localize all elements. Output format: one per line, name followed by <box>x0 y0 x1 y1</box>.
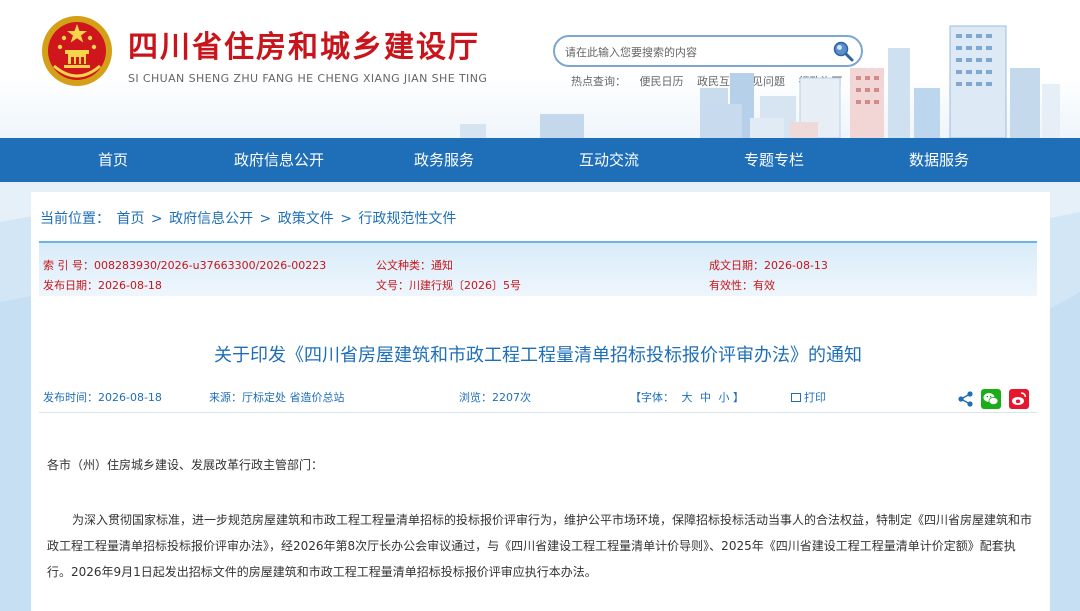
nav-item-home[interactable]: 首页 <box>43 138 183 182</box>
breadcrumb-separator: > <box>150 211 163 227</box>
breadcrumb-gov-info[interactable]: 政府信息公开 <box>169 211 253 227</box>
meta-created: 成文日期：2026-08-13 <box>709 259 828 272</box>
breadcrumb-normative-docs[interactable]: 行政规范性文件 <box>358 211 456 227</box>
body-paragraph: 为深入贯彻国家标准，进一步规范房屋建筑和市政工程工程量清单招标的投标报价评审行为… <box>47 513 1033 579</box>
skyline-mid-decoration <box>460 104 818 138</box>
font-size-small[interactable]: 小 <box>719 391 730 404</box>
meta-category: 公文种类：通知 <box>376 259 453 272</box>
print-label: 打印 <box>804 391 826 404</box>
nav-item-data-service[interactable]: 数据服务 <box>869 138 1009 182</box>
nav-item-gov-info[interactable]: 政府信息公开 <box>209 138 349 182</box>
article-title: 关于印发《四川省房屋建筑和市政工程工程量清单招标投标报价评审办法》的通知 <box>214 345 862 366</box>
breadcrumb: 当前位置： 首页 > 政府信息公开 > 政策文件 > 行政规范性文件 <box>40 208 458 228</box>
wechat-icon[interactable] <box>981 389 1001 409</box>
breadcrumb-policy-docs[interactable]: 政策文件 <box>278 211 334 227</box>
main-nav: 首页 政府信息公开 政务服务 互动交流 专题专栏 数据服务 <box>0 138 1080 182</box>
print-button[interactable]: 打印 <box>791 389 826 405</box>
breadcrumb-separator: > <box>259 211 272 227</box>
breadcrumb-label: 当前位置： <box>40 211 110 227</box>
font-size-medium[interactable]: 中 <box>700 391 711 404</box>
meta-validity: 有效性：有效 <box>709 279 775 292</box>
article-info-row: 发布时间：2026-08-18 来源：厅标定处 省造价总站 浏览：2207次 【… <box>39 381 1037 413</box>
publish-time: 发布时间：2026-08-18 <box>43 391 162 404</box>
site-title: 四川省住房和城乡建设厅 <box>128 30 480 65</box>
font-size-control: 【字体： 大 中 小 】 <box>630 389 744 405</box>
font-size-large[interactable]: 大 <box>682 391 693 404</box>
hot-search-label: 热点查询： <box>571 75 626 88</box>
print-icon <box>791 393 801 402</box>
meta-published: 发布日期：2026-08-18 <box>43 279 162 292</box>
weibo-icon[interactable] <box>1009 389 1029 409</box>
font-size-close: 】 <box>733 391 744 404</box>
nav-item-interaction[interactable]: 互动交流 <box>539 138 679 182</box>
nav-item-gov-service[interactable]: 政务服务 <box>374 138 514 182</box>
breadcrumb-home[interactable]: 首页 <box>116 211 144 227</box>
hot-link-calendar[interactable]: 便民日历 <box>640 75 684 88</box>
site-pinyin: SI CHUAN SHENG ZHU FANG HE CHENG XIANG J… <box>128 72 488 85</box>
article-source: 来源：厅标定处 省造价总站 <box>209 391 345 404</box>
meta-doc-no: 文号：川建行规〔2026〕5号 <box>376 279 521 292</box>
share-icon[interactable] <box>956 389 976 409</box>
site-header: 四川省住房和城乡建设厅 SI CHUAN SHENG ZHU FANG HE C… <box>0 0 1080 138</box>
nav-item-topics[interactable]: 专题专栏 <box>704 138 844 182</box>
breadcrumb-separator: > <box>340 211 352 227</box>
meta-index-no: 索 引 号：008283930/2026-u37663300/2026-0022… <box>43 259 327 272</box>
national-emblem-icon <box>42 16 112 86</box>
view-count: 浏览：2207次 <box>459 391 531 404</box>
salutation-paragraph: 各市（州）住房城乡建设、发展改革行政主管部门： <box>47 458 324 472</box>
font-size-label: 【字体： <box>630 391 674 404</box>
document-meta: 索 引 号：008283930/2026-u37663300/2026-0022… <box>39 241 1037 296</box>
